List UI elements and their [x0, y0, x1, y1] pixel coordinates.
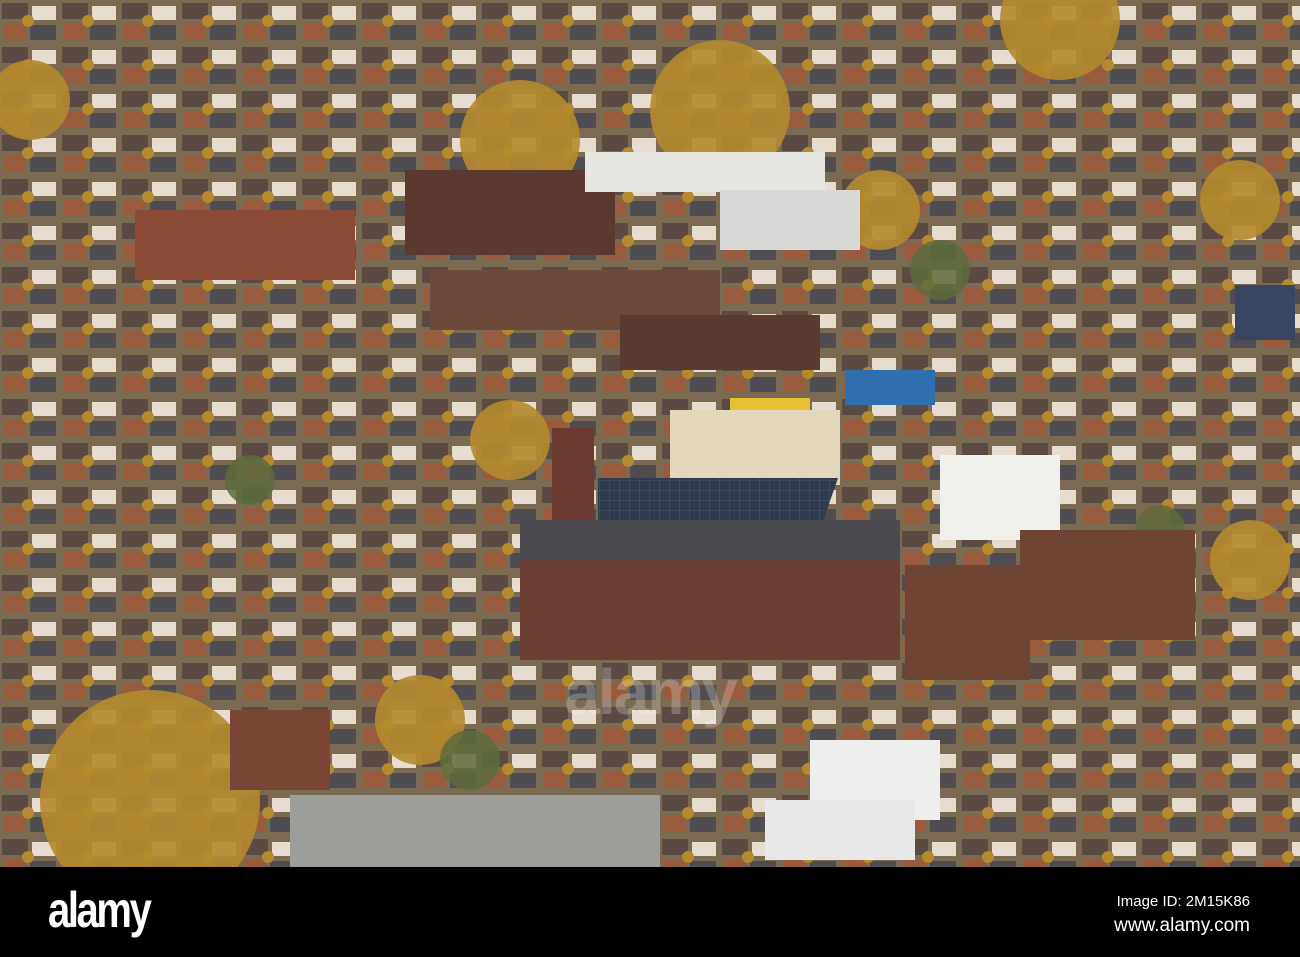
aerial-scene: [0, 0, 1300, 867]
image-id: Image ID: 2M15K86: [1116, 893, 1250, 910]
alamy-logo: alamy: [48, 882, 152, 938]
watermark: alamy: [564, 656, 737, 728]
aerial-photo: alamy: [0, 0, 1300, 867]
footer-bar: alamy Image ID: 2M15K86 www.alamy.com: [0, 867, 1300, 957]
site-url: www.alamy.com: [1114, 915, 1250, 936]
